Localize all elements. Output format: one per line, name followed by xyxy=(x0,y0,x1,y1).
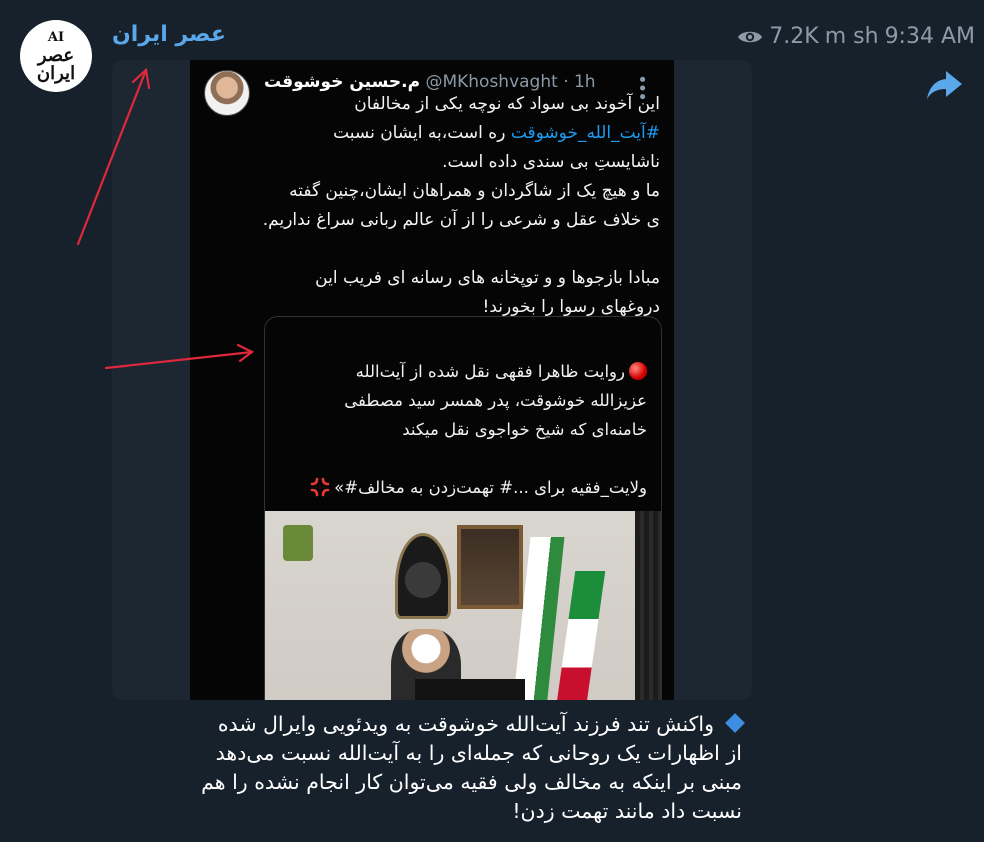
tweet-screenshot: م.حسین خوشوقت @MKhoshvaght · 1h ••• این … xyxy=(190,60,674,700)
quote-line xyxy=(277,444,647,473)
post-media[interactable]: م.حسین خوشوقت @MKhoshvaght · 1h ••• این … xyxy=(112,60,752,700)
tweet-line: ی خلاف عقل و شرعی را از آن عالم ربانی سر… xyxy=(262,210,660,230)
quoted-post: روایت ظاهرا فقهی نقل شده از آیت‌الله عزی… xyxy=(264,316,662,700)
quote-line: ولایت_فقیه برای ...# تهمت‌زدن به مخالف#» xyxy=(277,473,647,502)
share-button[interactable] xyxy=(926,68,964,102)
tweet-handle: @MKhoshvaght · 1h xyxy=(425,72,596,92)
tweet-text: این آخوند بی سواد که نوچه یکی از مخالفان… xyxy=(220,90,660,322)
tweet-line: ناشایستِ بی سندی داده است. xyxy=(442,152,660,172)
tweet-line: این آخوند بی سواد که نوچه یکی از مخالفان xyxy=(354,94,660,114)
post-time: 9:34 AM xyxy=(884,24,975,49)
channel-avatar[interactable]: AI عصر ایران xyxy=(20,20,92,92)
portrait-image xyxy=(457,525,523,609)
tweet-line: ما و هیچ یک از شاگردان و همراهان ایشان،چ… xyxy=(289,181,660,201)
tweet-user: م.حسین خوشوقت @MKhoshvaght · 1h xyxy=(264,72,596,92)
eye-icon xyxy=(738,31,763,42)
video-thumbnail xyxy=(265,511,661,700)
caption-line: از اظهارات یک روحانی که جمله‌ای را به آی… xyxy=(215,741,742,765)
post-caption: واکنش تند فرزند آیت‌الله خوشوقت به ویدئو… xyxy=(112,710,745,826)
quote-line: خامنه‌ای که شیخ خواجوی نقل میکند xyxy=(402,420,647,439)
quote-line: عزیزالله خوشوقت، پدر همسر سید مصطفی xyxy=(344,391,647,410)
wall-frame-image xyxy=(395,533,451,619)
desk-shape xyxy=(415,679,525,700)
tweet-hashtag: #آیت_الله_خوشوقت xyxy=(510,123,660,143)
view-count: 7.2K xyxy=(769,24,819,49)
emblem-image xyxy=(283,525,313,561)
author-signature: m sh xyxy=(824,24,879,49)
caption-line: نسبت داد مانند تهمت زدن! xyxy=(512,799,742,823)
tweet-line xyxy=(220,235,660,264)
caption-line: واکنش تند فرزند آیت‌الله خوشوقت به ویدئو… xyxy=(112,710,745,739)
quote-line: روایت ظاهرا فقهی نقل شده از آیت‌الله xyxy=(277,357,647,386)
tweet-line: مبادا بازجوها و و توپخانه های رسانه ای ف… xyxy=(315,268,660,288)
tweet-display-name: م.حسین خوشوقت xyxy=(264,72,421,92)
channel-name[interactable]: عصر ایران xyxy=(112,22,226,47)
curtain-shape xyxy=(635,511,661,700)
anger-symbol-icon xyxy=(310,477,330,497)
post-meta: 7.2K m sh 9:34 AM xyxy=(737,24,975,49)
iran-flag-image xyxy=(554,571,606,700)
quoted-text: روایت ظاهرا فقهی نقل شده از آیت‌الله عزی… xyxy=(277,357,647,502)
share-icon xyxy=(927,71,962,99)
tweet-line: #آیت_الله_خوشوقت ره است،به ایشان نسبت xyxy=(333,123,660,143)
caption-line: مبنی بر اینکه به مخالف ولی فقیه می‌توان … xyxy=(201,770,742,794)
channel-logo: AI عصر ایران xyxy=(36,30,76,84)
red-circle-icon xyxy=(629,362,647,380)
blue-diamond-icon xyxy=(725,713,745,733)
